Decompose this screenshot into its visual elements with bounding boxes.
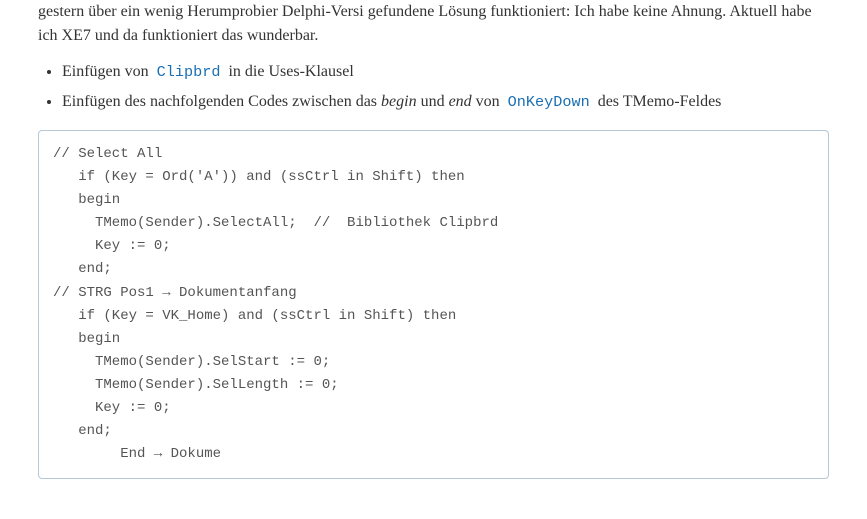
list-item: Einfügen des nachfolgenden Codes zwische… (62, 90, 829, 114)
list-item: Einfügen von Clipbrd in die Uses-Klausel (62, 60, 829, 84)
li2-text-d: des TMemo-Feldes (594, 93, 722, 110)
li2-text-c: von (472, 93, 504, 110)
li2-text-a: Einfügen des nachfolgenden Codes zwische… (62, 93, 381, 110)
li1-text-a: Einfügen von (62, 63, 153, 80)
intro-frag-2: über ein wenig (88, 3, 187, 20)
article-body: gestern über ein wenig Herumprobier Delp… (0, 0, 867, 519)
li2-text-b: und (417, 93, 449, 110)
intro-paragraph: gestern über ein wenig Herumprobier Delp… (38, 0, 829, 48)
intro-frag-1: gestern (38, 3, 88, 20)
intro-frag-4: Delphi-Versi (282, 3, 364, 20)
italic-begin: begin (381, 93, 417, 110)
intro-frag-3: Herumprobier (187, 3, 278, 20)
steps-list: Einfügen von Clipbrd in die Uses-Klausel… (38, 60, 829, 114)
italic-end: end (449, 93, 472, 110)
li1-text-b: in die Uses-Klausel (224, 63, 353, 80)
inline-code-onkeydown: OnKeyDown (504, 93, 594, 111)
code-block: // Select All if (Key = Ord('A')) and (s… (38, 130, 829, 479)
inline-code-clipbrd: Clipbrd (153, 63, 225, 81)
